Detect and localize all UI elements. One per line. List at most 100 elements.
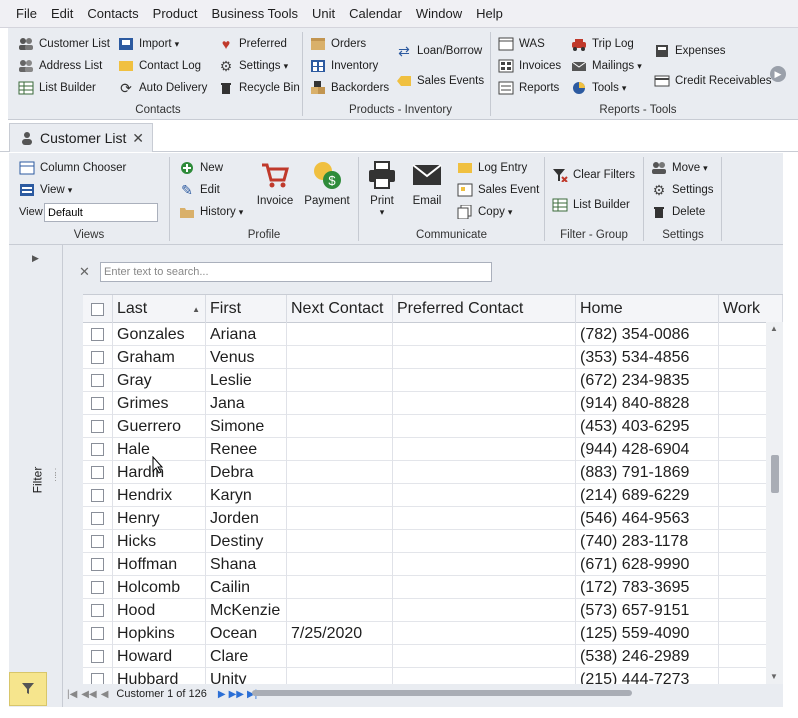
table-row[interactable]: Hale Renee (944) 428-6904 bbox=[83, 438, 783, 461]
menu-product[interactable]: Product bbox=[146, 6, 205, 21]
cell-next-contact[interactable] bbox=[287, 645, 393, 668]
menu-edit[interactable]: Edit bbox=[44, 6, 80, 21]
row-checkbox[interactable] bbox=[91, 443, 104, 456]
filter-toggle-button[interactable] bbox=[9, 672, 47, 706]
row-checkbox[interactable] bbox=[91, 351, 104, 364]
cell-first[interactable]: Karyn bbox=[206, 484, 287, 507]
cell-next-contact[interactable] bbox=[287, 346, 393, 369]
cell-next-contact[interactable] bbox=[287, 323, 393, 346]
cell-first[interactable]: Shana bbox=[206, 553, 287, 576]
recycle-bin-button[interactable]: Recycle Bin bbox=[218, 79, 300, 97]
cell-preferred-contact[interactable] bbox=[393, 668, 576, 684]
expand-panel-icon[interactable]: ▶ bbox=[32, 253, 39, 264]
cell-preferred-contact[interactable] bbox=[393, 323, 576, 346]
invoices-button[interactable]: Invoices bbox=[498, 57, 561, 75]
tools-button[interactable]: Tools bbox=[571, 79, 626, 97]
row-checkbox[interactable] bbox=[91, 627, 104, 640]
row-checkbox[interactable] bbox=[91, 420, 104, 433]
print-dropdown-icon[interactable]: ▾ bbox=[380, 207, 385, 218]
expenses-button[interactable]: Expenses bbox=[654, 42, 726, 60]
row-checkbox-cell[interactable] bbox=[83, 369, 113, 392]
filter-list-builder-button[interactable]: List Builder bbox=[552, 196, 630, 214]
cell-next-contact[interactable] bbox=[287, 438, 393, 461]
row-checkbox[interactable] bbox=[91, 512, 104, 525]
cell-next-contact[interactable] bbox=[287, 484, 393, 507]
cell-first[interactable]: Leslie bbox=[206, 369, 287, 392]
auto-delivery-button[interactable]: ⟳ Auto Delivery bbox=[118, 79, 207, 97]
column-chooser-button[interactable]: Column Chooser bbox=[19, 159, 126, 177]
cell-home[interactable]: (672) 234-9835 bbox=[576, 369, 719, 392]
cell-next-contact[interactable] bbox=[287, 415, 393, 438]
cell-home[interactable]: (538) 246-2989 bbox=[576, 645, 719, 668]
row-checkbox[interactable] bbox=[91, 650, 104, 663]
cell-home[interactable]: (214) 689-6229 bbox=[576, 484, 719, 507]
import-button[interactable]: Import bbox=[118, 35, 179, 53]
menu-calendar[interactable]: Calendar bbox=[342, 6, 409, 21]
customer-list-button[interactable]: Customer List bbox=[18, 35, 110, 53]
view-dropdown[interactable]: View bbox=[19, 181, 72, 199]
cell-next-contact[interactable] bbox=[287, 599, 393, 622]
row-checkbox-cell[interactable] bbox=[83, 392, 113, 415]
filter-panel-label[interactable]: Filter bbox=[29, 450, 45, 510]
cell-first[interactable]: Debra bbox=[206, 461, 287, 484]
cell-first[interactable]: Unity bbox=[206, 668, 287, 684]
cell-preferred-contact[interactable] bbox=[393, 346, 576, 369]
tab-customer-list[interactable]: Customer List ✕ bbox=[9, 123, 153, 152]
column-header-preferred-contact[interactable]: Preferred Contact bbox=[393, 295, 576, 323]
orders-button[interactable]: Orders bbox=[310, 35, 366, 53]
cell-first[interactable]: Renee bbox=[206, 438, 287, 461]
row-checkbox[interactable] bbox=[91, 581, 104, 594]
row-checkbox-cell[interactable] bbox=[83, 484, 113, 507]
vertical-scroll-thumb[interactable] bbox=[771, 455, 779, 493]
list-builder-button[interactable]: List Builder bbox=[18, 79, 96, 97]
credit-receivables-button[interactable]: Credit Receivables bbox=[654, 72, 772, 90]
cell-preferred-contact[interactable] bbox=[393, 438, 576, 461]
table-row[interactable]: Grimes Jana (914) 840-8828 bbox=[83, 392, 783, 415]
sales-events-button[interactable]: Sales Events bbox=[396, 72, 484, 90]
table-row[interactable]: Hoffman Shana (671) 628-9990 bbox=[83, 553, 783, 576]
prev-record-icon[interactable]: ◀ bbox=[101, 689, 109, 700]
cell-last[interactable]: Hicks bbox=[113, 530, 206, 553]
column-header-next-contact[interactable]: Next Contact bbox=[287, 295, 393, 323]
cell-home[interactable]: (914) 840-8828 bbox=[576, 392, 719, 415]
table-row[interactable]: Gray Leslie (672) 234-9835 bbox=[83, 369, 783, 392]
cell-home[interactable]: (944) 428-6904 bbox=[576, 438, 719, 461]
delete-button[interactable]: Delete bbox=[651, 203, 705, 221]
row-checkbox-cell[interactable] bbox=[83, 553, 113, 576]
backorders-button[interactable]: Backorders bbox=[310, 79, 389, 97]
cell-next-contact[interactable] bbox=[287, 507, 393, 530]
cell-last[interactable]: Henry bbox=[113, 507, 206, 530]
cell-preferred-contact[interactable] bbox=[393, 599, 576, 622]
cell-last[interactable]: Hendrix bbox=[113, 484, 206, 507]
cell-first[interactable]: Jana bbox=[206, 392, 287, 415]
cell-last[interactable]: Hoffman bbox=[113, 553, 206, 576]
cell-home[interactable]: (125) 559-4090 bbox=[576, 622, 719, 645]
cell-next-contact[interactable] bbox=[287, 369, 393, 392]
cell-preferred-contact[interactable] bbox=[393, 553, 576, 576]
horizontal-scrollbar[interactable] bbox=[252, 688, 692, 698]
view-name-field[interactable] bbox=[44, 203, 158, 222]
select-all-checkbox[interactable] bbox=[91, 302, 104, 316]
cell-home[interactable]: (671) 628-9990 bbox=[576, 553, 719, 576]
invoice-button[interactable]: Invoice bbox=[255, 159, 295, 207]
cell-preferred-contact[interactable] bbox=[393, 461, 576, 484]
cell-next-contact[interactable] bbox=[287, 668, 393, 684]
cell-last[interactable]: Grimes bbox=[113, 392, 206, 415]
horizontal-scroll-thumb[interactable] bbox=[252, 690, 632, 696]
table-row[interactable]: Howard Clare (538) 246-2989 bbox=[83, 645, 783, 668]
cell-next-contact[interactable]: 7/25/2020 bbox=[287, 622, 393, 645]
menu-unit[interactable]: Unit bbox=[305, 6, 342, 21]
row-checkbox-cell[interactable] bbox=[83, 323, 113, 346]
contact-log-button[interactable]: Contact Log bbox=[118, 57, 201, 75]
cell-last[interactable]: Hood bbox=[113, 599, 206, 622]
cell-first[interactable]: Simone bbox=[206, 415, 287, 438]
row-checkbox-cell[interactable] bbox=[83, 622, 113, 645]
menu-business-tools[interactable]: Business Tools bbox=[204, 6, 304, 21]
edit-button[interactable]: ✎ Edit bbox=[179, 181, 220, 199]
inventory-button[interactable]: Inventory bbox=[310, 57, 378, 75]
menu-file[interactable]: File bbox=[9, 6, 44, 21]
table-row[interactable]: Guerrero Simone (453) 403-6295 bbox=[83, 415, 783, 438]
next-page-icon[interactable]: ▶▶ bbox=[229, 689, 244, 700]
row-checkbox-cell[interactable] bbox=[83, 668, 113, 684]
column-header-first[interactable]: First bbox=[206, 295, 287, 323]
